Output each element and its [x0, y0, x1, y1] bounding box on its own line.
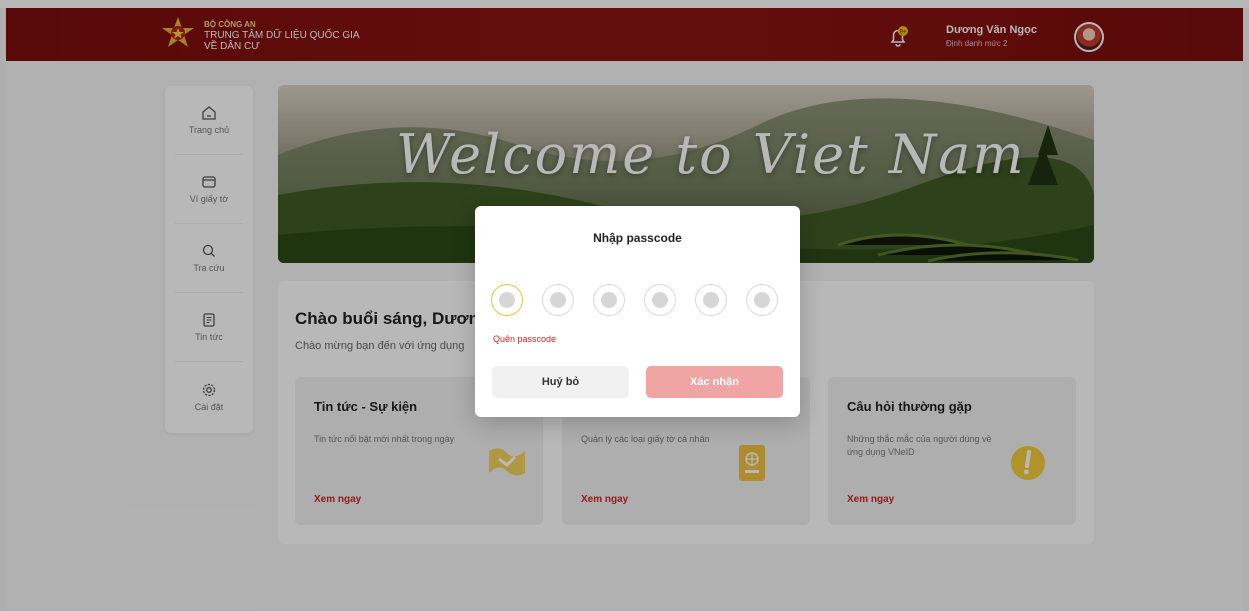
passcode-digit-5[interactable] [695, 284, 727, 316]
cancel-button[interactable]: Huỷ bỏ [492, 366, 629, 398]
passcode-digit-1[interactable] [491, 284, 523, 316]
forgot-passcode-link[interactable]: Quên passcode [493, 334, 556, 344]
passcode-digit-3[interactable] [593, 284, 625, 316]
dialog-title: Nhập passcode [593, 231, 682, 245]
passcode-dialog: Nhập passcode Quên passcode Huỷ bỏ Xác n… [475, 206, 800, 417]
confirm-button[interactable]: Xác nhận [646, 366, 783, 398]
passcode-digit-2[interactable] [542, 284, 574, 316]
passcode-digit-6[interactable] [746, 284, 778, 316]
passcode-digit-4[interactable] [644, 284, 676, 316]
passcode-input[interactable] [491, 284, 778, 316]
